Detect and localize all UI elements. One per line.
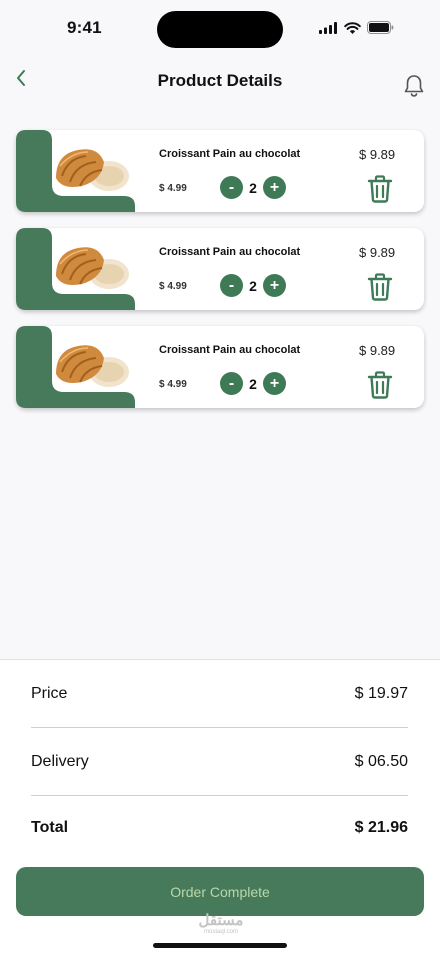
delete-item-button[interactable] xyxy=(366,174,394,204)
price-label: Price xyxy=(31,685,68,702)
page-title: Product Details xyxy=(157,71,283,90)
delete-item-button[interactable] xyxy=(366,370,394,400)
cart-list: Croissant Pain au chocolat $ 4.99 - 2 + … xyxy=(16,130,424,424)
cart-item: Croissant Pain au chocolat $ 4.99 - 2 + … xyxy=(16,130,424,212)
increase-quantity-button[interactable]: + xyxy=(263,372,286,395)
cellular-signal-icon xyxy=(319,21,337,34)
status-icons xyxy=(319,21,394,34)
item-line-total: $ 9.89 xyxy=(359,245,396,260)
trash-icon xyxy=(367,175,393,203)
home-indicator[interactable] xyxy=(153,943,287,948)
status-time: 9:41 xyxy=(67,18,102,37)
price-value: $ 19.97 xyxy=(354,685,408,702)
trash-icon xyxy=(367,371,393,399)
croissant-image xyxy=(56,247,129,289)
order-summary: Price $ 19.97 Delivery $ 06.50 Total $ 2… xyxy=(0,659,440,956)
delivery-label: Delivery xyxy=(31,753,89,770)
watermark-logo: مستقل mostaql.com xyxy=(193,913,249,935)
quantity-stepper: - 2 + xyxy=(220,274,286,297)
watermark-subtext: mostaql.com xyxy=(203,929,238,935)
status-bar: 9:41 xyxy=(0,0,440,56)
item-unit-price: $ 4.99 xyxy=(159,379,187,390)
croissant-image xyxy=(56,345,129,387)
wifi-icon xyxy=(344,21,361,34)
quantity-stepper: - 2 + xyxy=(220,176,286,199)
price-row: Price $ 19.97 xyxy=(31,685,408,703)
decrease-quantity-button[interactable]: - xyxy=(220,176,243,199)
item-name: Croissant Pain au chocolat xyxy=(159,148,301,160)
total-row: Total $ 21.96 xyxy=(31,819,408,837)
item-line-total: $ 9.89 xyxy=(359,147,396,162)
croissant-image xyxy=(56,149,129,191)
header: Product Details xyxy=(0,56,440,106)
quantity-value: 2 xyxy=(249,375,257,392)
increase-quantity-button[interactable]: + xyxy=(263,274,286,297)
item-line-total: $ 9.89 xyxy=(359,343,396,358)
delete-item-button[interactable] xyxy=(366,272,394,302)
battery-icon xyxy=(367,21,394,34)
bell-icon xyxy=(404,75,424,97)
decrease-quantity-button[interactable]: - xyxy=(220,372,243,395)
item-name: Croissant Pain au chocolat xyxy=(159,344,301,356)
total-label: Total xyxy=(31,819,69,836)
order-complete-button[interactable]: Order Complete xyxy=(16,867,424,916)
item-name: Croissant Pain au chocolat xyxy=(159,246,301,258)
total-value: $ 21.96 xyxy=(354,819,408,836)
divider xyxy=(31,795,408,796)
dynamic-island xyxy=(157,11,283,48)
cart-item: Croissant Pain au chocolat $ 4.99 - 2 + … xyxy=(16,326,424,408)
notifications-button[interactable] xyxy=(402,73,426,99)
quantity-stepper: - 2 + xyxy=(220,372,286,395)
delivery-row: Delivery $ 06.50 xyxy=(31,753,408,771)
increase-quantity-button[interactable]: + xyxy=(263,176,286,199)
cart-item: Croissant Pain au chocolat $ 4.99 - 2 + … xyxy=(16,228,424,310)
quantity-value: 2 xyxy=(249,277,257,294)
item-unit-price: $ 4.99 xyxy=(159,183,187,194)
item-unit-price: $ 4.99 xyxy=(159,281,187,292)
watermark-text: مستقل xyxy=(198,912,244,929)
delivery-value: $ 06.50 xyxy=(354,753,408,770)
quantity-value: 2 xyxy=(249,179,257,196)
trash-icon xyxy=(367,273,393,301)
decrease-quantity-button[interactable]: - xyxy=(220,274,243,297)
divider xyxy=(31,727,408,728)
